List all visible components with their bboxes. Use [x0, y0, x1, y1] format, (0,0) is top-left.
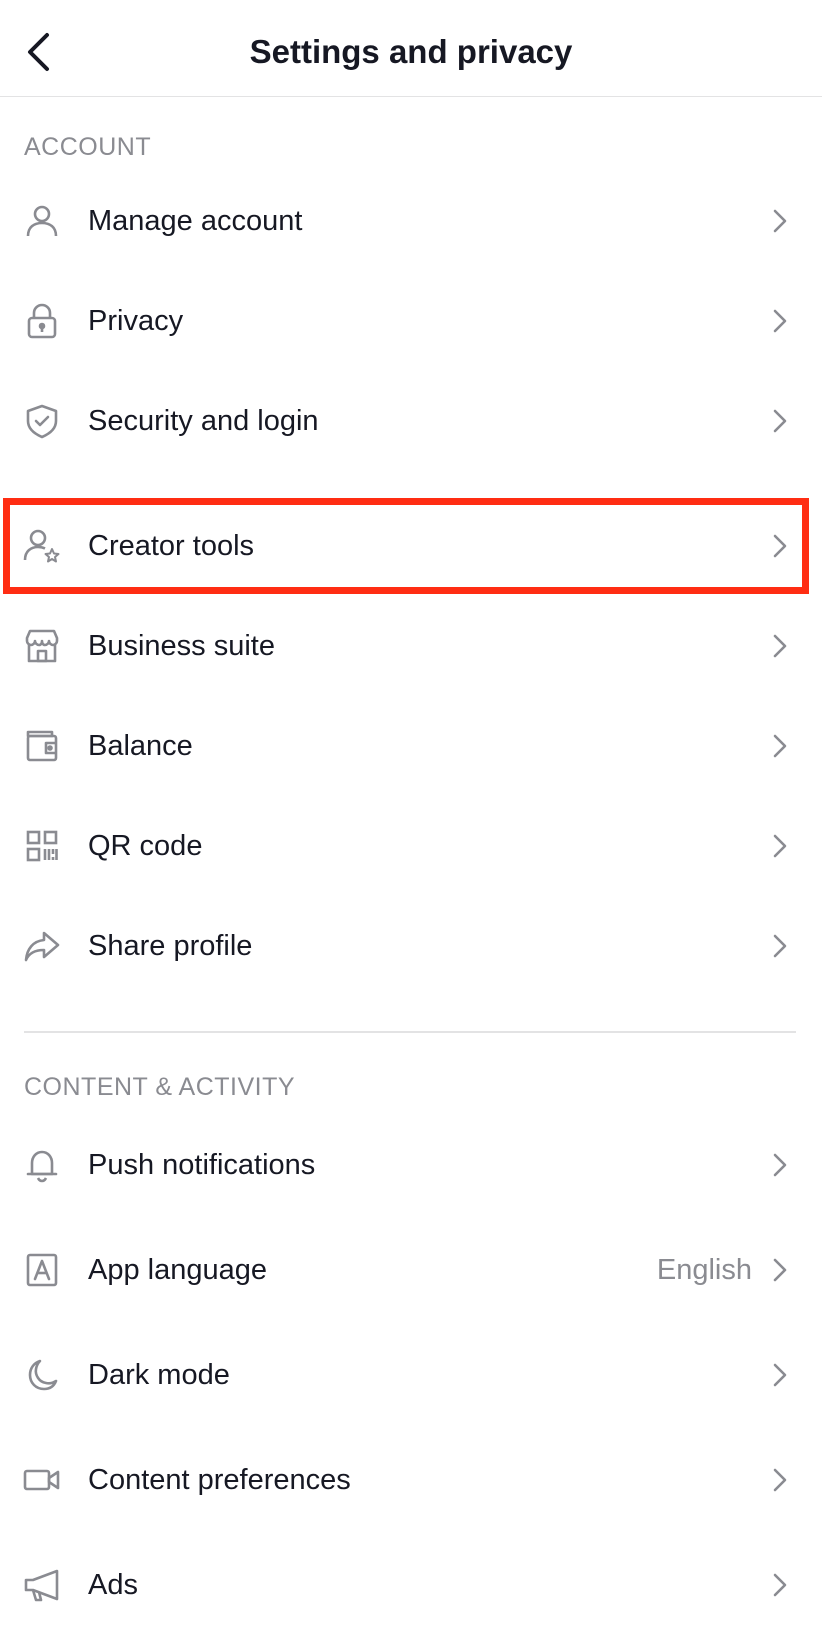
menu-item-label: QR code [88, 830, 203, 862]
language-a-icon [22, 1250, 62, 1290]
chevron-right-icon [768, 1465, 792, 1495]
page-title: Settings and privacy [249, 33, 573, 70]
shield-check-icon [22, 401, 62, 441]
header-bar: Settings and privacy [0, 0, 822, 97]
menu-item-manage-account[interactable]: Manage account [0, 169, 822, 273]
menu-item-security-and-login[interactable]: Security and login [0, 369, 822, 473]
menu-item-label: Manage account [88, 205, 303, 237]
person-star-icon [22, 526, 62, 566]
menu-item-label: Privacy [88, 305, 184, 337]
menu-item-label: Content preferences [88, 1464, 351, 1496]
chevron-right-icon [768, 1255, 792, 1285]
chevron-right-icon [768, 931, 792, 961]
section-divider [24, 1031, 796, 1033]
share-arrow-icon [22, 926, 62, 966]
person-icon [22, 201, 62, 241]
menu-item-label: Share profile [88, 930, 253, 962]
bell-icon [22, 1145, 62, 1185]
menu-item-app-language[interactable]: App language English [0, 1218, 822, 1322]
lock-icon [22, 301, 62, 341]
menu-item-balance[interactable]: Balance [0, 694, 822, 798]
menu-item-label: Ads [88, 1569, 138, 1601]
chevron-right-icon [768, 1150, 792, 1180]
menu-item-content-preferences[interactable]: Content preferences [0, 1428, 822, 1532]
menu-item-business-suite[interactable]: Business suite [0, 594, 822, 698]
menu-item-creator-tools[interactable]: Creator tools [0, 494, 822, 598]
chevron-right-icon [768, 631, 792, 661]
menu-item-label: App language [88, 1254, 267, 1286]
menu-item-label: Dark mode [88, 1359, 230, 1391]
chevron-right-icon [768, 406, 792, 436]
menu-item-ads[interactable]: Ads [0, 1533, 822, 1637]
menu-item-qr-code[interactable]: QR code [0, 794, 822, 898]
menu-item-label: Push notifications [88, 1149, 316, 1181]
section-title-content-activity: CONTENT & ACTIVITY [24, 1073, 296, 1101]
menu-item-privacy[interactable]: Privacy [0, 269, 822, 373]
qr-code-icon [22, 826, 62, 866]
chevron-right-icon [768, 306, 792, 336]
chevron-right-icon [768, 831, 792, 861]
chevron-right-icon [768, 206, 792, 236]
chevron-right-icon [768, 731, 792, 761]
current-language-value: English [656, 1254, 752, 1286]
menu-item-label: Security and login [88, 405, 319, 437]
section-title-account: ACCOUNT [24, 133, 152, 161]
menu-item-label: Business suite [88, 630, 275, 662]
chevron-right-icon [768, 531, 792, 561]
video-camera-icon [22, 1460, 62, 1500]
menu-item-share-profile[interactable]: Share profile [0, 894, 822, 998]
megaphone-icon [22, 1565, 62, 1605]
storefront-icon [22, 626, 62, 666]
menu-item-label: Balance [88, 730, 193, 762]
chevron-right-icon [768, 1570, 792, 1600]
menu-item-push-notifications[interactable]: Push notifications [0, 1113, 822, 1217]
chevron-right-icon [768, 1360, 792, 1390]
menu-item-dark-mode[interactable]: Dark mode [0, 1323, 822, 1427]
menu-item-label: Creator tools [88, 530, 255, 562]
moon-icon [22, 1355, 62, 1395]
wallet-icon [22, 726, 62, 766]
